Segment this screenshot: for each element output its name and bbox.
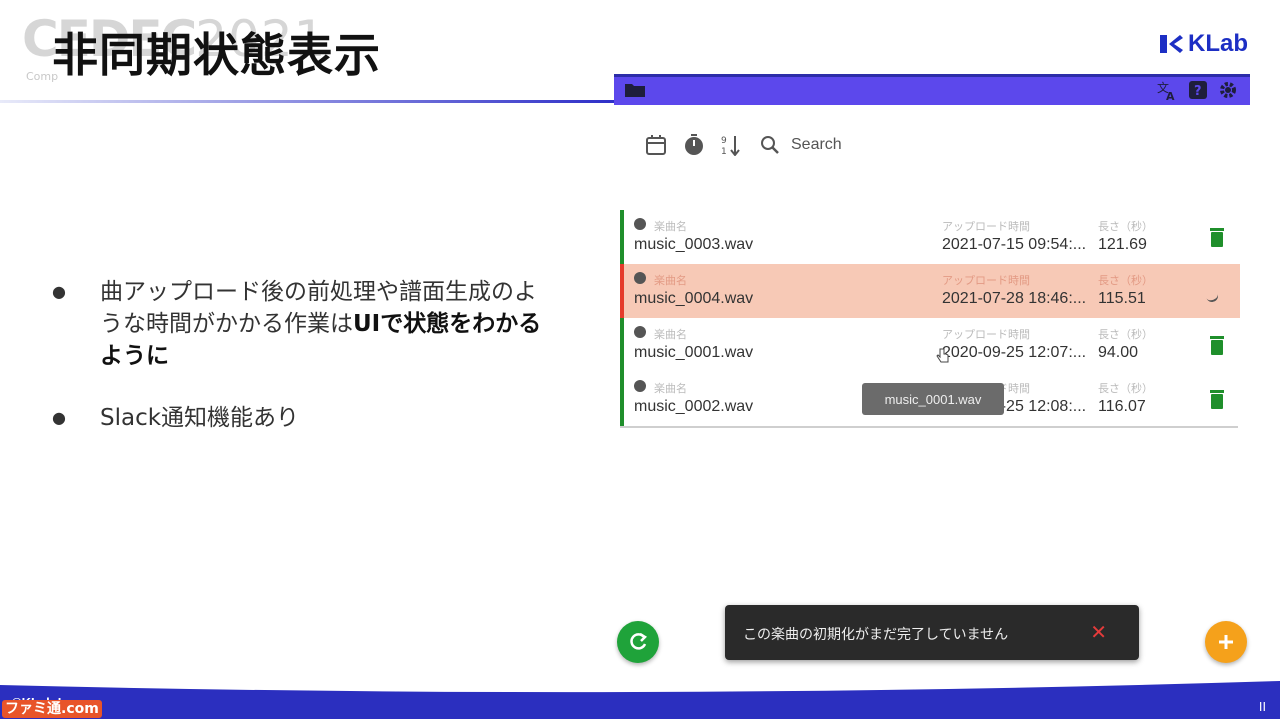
music-row[interactable]: 楽曲名 music_0003.wav アップロード時間 2021-07-15 0… — [620, 210, 1240, 264]
settings-icon[interactable] — [1218, 80, 1238, 106]
sort-icon[interactable]: 91 — [721, 134, 743, 156]
music-length: 116.07 — [1098, 398, 1146, 415]
upload-time: 2021-07-15 09:54:... — [942, 236, 1087, 253]
column-label-length: 長さ（秒） — [1098, 383, 1153, 395]
plus-icon — [1219, 635, 1233, 649]
delete-icon[interactable] — [1210, 335, 1224, 360]
watermark-logo: ファミ通.com — [2, 700, 102, 718]
music-length: 115.51 — [1098, 290, 1146, 307]
music-note-icon — [634, 272, 646, 284]
search-input[interactable]: Search — [791, 136, 842, 154]
refresh-icon — [630, 632, 648, 650]
bullet-dot: ● — [52, 408, 66, 427]
add-music-button[interactable] — [1205, 621, 1247, 663]
bullet-item: ● 曲アップロード後の前処理や譜面生成のような時間がかかる作業はUIで状態をわか… — [52, 276, 552, 372]
music-note-icon — [634, 326, 646, 338]
column-label-name: 楽曲名 — [654, 329, 687, 341]
music-length: 94.00 — [1098, 344, 1139, 361]
loading-spinner-icon — [1204, 288, 1220, 304]
svg-text:A: A — [1166, 90, 1175, 102]
list-toolbar: 91 Search — [645, 134, 842, 156]
list-divider — [620, 426, 1238, 428]
music-name: music_0001.wav — [634, 344, 754, 361]
column-label-name: 楽曲名 — [654, 221, 687, 233]
calendar-icon[interactable] — [645, 134, 667, 156]
close-icon[interactable]: ✕ — [1090, 622, 1107, 642]
header-divider — [0, 100, 614, 103]
timer-icon[interactable] — [683, 134, 705, 156]
music-note-icon — [634, 218, 646, 230]
refresh-button[interactable] — [617, 621, 659, 663]
bullet-list: ● 曲アップロード後の前処理や譜面生成のような時間がかかる作業はUIで状態をわか… — [52, 276, 552, 464]
slide-title: 非同期状態表示 — [52, 28, 381, 82]
music-row-error[interactable]: 楽曲名 music_0004.wav アップロード時間 2021-07-28 1… — [620, 264, 1240, 318]
column-label-uploaded: アップロード時間 — [942, 275, 1030, 287]
hand-cursor-icon — [936, 348, 950, 368]
music-name: music_0002.wav — [634, 398, 754, 415]
help-icon[interactable]: ? — [1188, 80, 1208, 106]
music-name: music_0003.wav — [634, 236, 754, 253]
delete-icon[interactable] — [1210, 227, 1224, 252]
page-indicator: II — [1258, 700, 1266, 714]
klab-mark-icon — [1160, 35, 1183, 53]
music-row[interactable]: 楽曲名 music_0001.wav アップロード時間 2020-09-25 1… — [620, 318, 1240, 372]
upload-time: 2021-07-28 18:46:... — [942, 290, 1087, 307]
folder-icon[interactable] — [624, 82, 646, 102]
bullet-dot: ● — [52, 282, 66, 301]
delete-icon[interactable] — [1210, 389, 1224, 414]
translate-icon[interactable]: 文A — [1156, 80, 1178, 106]
column-label-uploaded: アップロード時間 — [942, 221, 1030, 233]
bullet-item: ● Slack通知機能あり — [52, 402, 552, 434]
snackbar: この楽曲の初期化がまだ完了していません ✕ — [725, 605, 1139, 660]
klab-logo: KLab — [1158, 30, 1248, 58]
slide-footer — [0, 667, 1280, 719]
column-label-length: 長さ（秒） — [1098, 221, 1153, 233]
music-length: 121.69 — [1098, 236, 1147, 253]
svg-text:?: ? — [1194, 84, 1202, 99]
search-icon[interactable] — [759, 134, 781, 156]
music-name: music_0004.wav — [634, 290, 754, 307]
column-label-name: 楽曲名 — [654, 275, 687, 287]
column-label-name: 楽曲名 — [654, 383, 687, 395]
app-header-bar: 文A ? — [614, 74, 1250, 105]
music-note-icon — [634, 380, 646, 392]
svg-text:9: 9 — [721, 136, 727, 146]
column-label-uploaded: アップロード時間 — [942, 329, 1030, 341]
svg-text:1: 1 — [721, 147, 727, 156]
upload-time: 2020-09-25 12:07:... — [942, 344, 1087, 361]
snackbar-message: この楽曲の初期化がまだ完了していません — [743, 627, 1009, 643]
column-label-length: 長さ（秒） — [1098, 275, 1153, 287]
filename-tooltip: music_0001.wav — [862, 383, 1004, 415]
column-label-length: 長さ（秒） — [1098, 329, 1153, 341]
